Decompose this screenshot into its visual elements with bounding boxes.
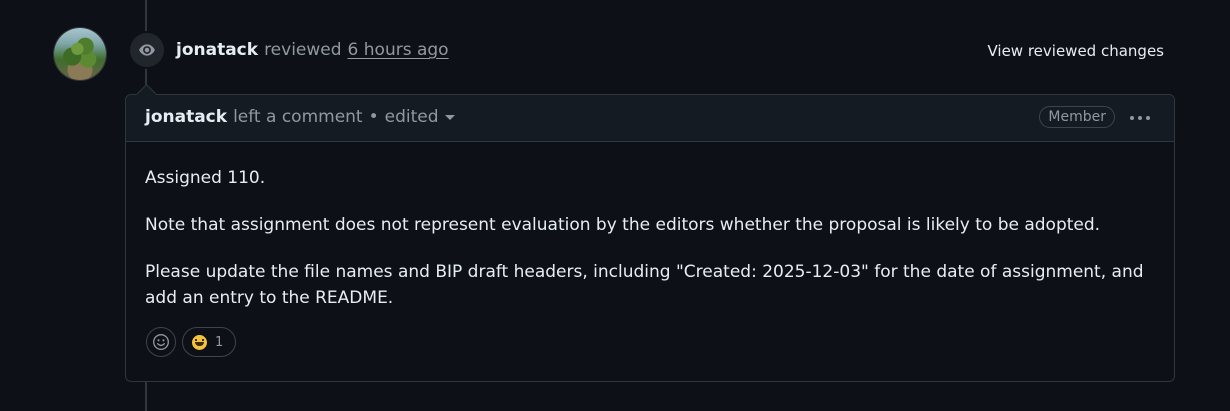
reaction-count: 1 — [215, 334, 224, 350]
eye-icon — [139, 44, 155, 56]
comment-body: Assigned 110. Note that assignment does … — [145, 165, 1144, 332]
edited-dropdown[interactable]: edited — [385, 107, 455, 127]
add-reaction-button[interactable] — [146, 327, 176, 357]
comment-author-link[interactable]: jonatack — [145, 107, 227, 127]
role-badge: Member — [1039, 106, 1115, 128]
review-action-text: reviewed — [264, 40, 342, 60]
comment-options-button[interactable] — [1130, 108, 1150, 128]
kebab-dot-icon — [1138, 116, 1142, 120]
reaction-pill[interactable]: 1 — [182, 327, 237, 357]
timeline-event-badge — [128, 31, 166, 69]
kebab-dot-icon — [1146, 116, 1150, 120]
chevron-down-icon — [444, 115, 455, 120]
comment-box: jonatack left a comment • edited Member … — [125, 94, 1175, 382]
review-time-link[interactable]: 6 hours ago — [348, 40, 449, 60]
comment-paragraph: Assigned 110. — [145, 168, 266, 188]
comment-header: jonatack left a comment • edited Member — [126, 95, 1174, 142]
reactions-bar: 1 — [146, 327, 237, 357]
separator-dot: • — [368, 107, 379, 127]
edited-label: edited — [384, 107, 439, 127]
comment-paragraph: Please update the file names and BIP dra… — [145, 262, 1144, 308]
view-reviewed-changes-link[interactable]: View reviewed changes — [987, 42, 1164, 60]
review-event-header: jonatack reviewed 6 hours ago — [176, 40, 449, 60]
comment-paragraph: Note that assignment does not represent … — [145, 215, 1101, 235]
grinning-face-icon — [192, 334, 207, 350]
review-author-link[interactable]: jonatack — [176, 40, 258, 60]
kebab-dot-icon — [1130, 116, 1134, 120]
comment-action-text: left a comment — [233, 107, 363, 127]
smiley-icon — [153, 334, 169, 350]
avatar[interactable] — [54, 28, 106, 80]
